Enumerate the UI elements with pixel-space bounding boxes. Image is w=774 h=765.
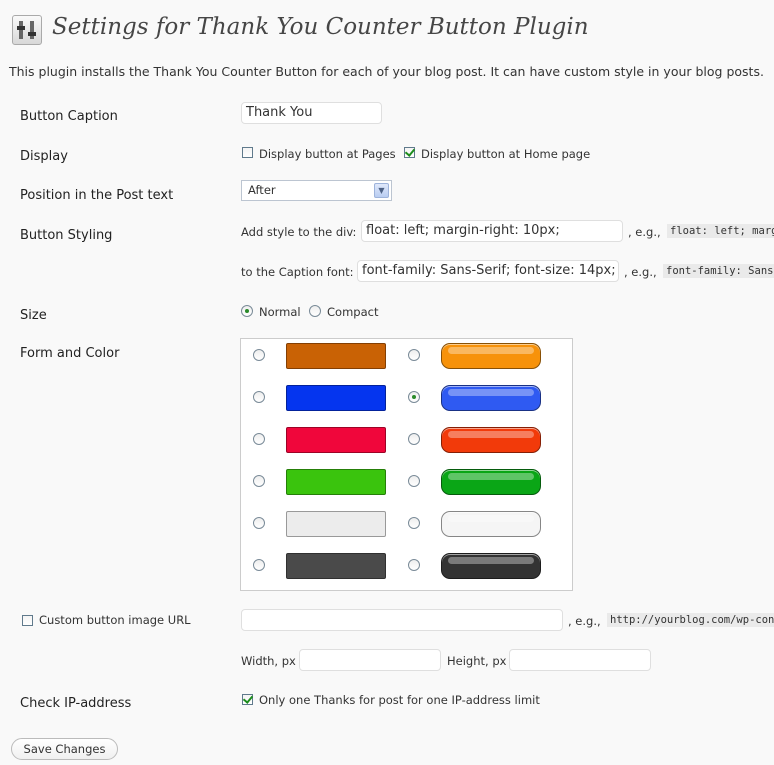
- form1-color-radio[interactable]: [253, 433, 265, 445]
- chevron-down-icon[interactable]: ▼: [374, 183, 389, 198]
- display-label: Display: [20, 149, 68, 164]
- form2-color-radio[interactable]: [408, 517, 420, 529]
- button-styling-label: Button Styling: [20, 228, 113, 243]
- display-at-pages-checkbox[interactable]: [242, 147, 253, 158]
- div-style-input[interactable]: float: left; margin-right: 10px;: [361, 220, 623, 242]
- form1-color-swatch: [286, 427, 386, 453]
- form2-color-radio[interactable]: [408, 559, 420, 571]
- form2-color-swatch: [441, 343, 541, 369]
- div-style-example: float: left; margin-right: 10px;: [667, 224, 774, 238]
- form2-color-swatch: [441, 427, 541, 453]
- form1-color-radio[interactable]: [253, 517, 265, 529]
- form1-color-radio[interactable]: [253, 475, 265, 487]
- custom-image-url-input[interactable]: [241, 609, 563, 631]
- form2-color-radio[interactable]: [408, 433, 420, 445]
- form1-color-swatch: [286, 385, 386, 411]
- custom-image-label: Custom button image URL: [39, 613, 191, 627]
- height-input[interactable]: [509, 649, 651, 671]
- div-style-example-prefix: , e.g.,: [628, 225, 661, 239]
- save-changes-button[interactable]: Save Changes: [11, 738, 118, 760]
- form-color-label: Form and Color: [20, 346, 120, 361]
- div-style-label: Add style to the div:: [241, 225, 357, 239]
- form1-color-swatch: [286, 553, 386, 579]
- custom-image-example: http://yourblog.com/wp-content/plugins/t…: [607, 613, 774, 627]
- page-title: Settings for Thank You Counter Button Pl…: [52, 14, 589, 40]
- form2-color-radio[interactable]: [408, 391, 420, 403]
- font-style-example-prefix: , e.g.,: [624, 265, 657, 279]
- form1-color-swatch: [286, 469, 386, 495]
- form2-color-swatch: [441, 511, 541, 537]
- display-at-pages-label: Display button at Pages: [259, 147, 396, 161]
- size-compact-label: Compact: [327, 305, 379, 319]
- form2-color-swatch: [441, 385, 541, 411]
- font-style-example: font-family: Sans-Serif; font-size: 14px…: [663, 264, 774, 278]
- button-caption-input[interactable]: Thank You: [241, 102, 382, 124]
- position-selected-value: After: [248, 183, 276, 197]
- page-description: This plugin installs the Thank You Count…: [9, 64, 764, 79]
- display-at-home-label: Display button at Home page: [421, 147, 591, 161]
- form-color-panel: [240, 338, 573, 591]
- size-compact-radio[interactable]: [309, 305, 321, 317]
- font-style-label: to the Caption font:: [241, 265, 354, 279]
- form2-color-swatch: [441, 469, 541, 495]
- form2-color-radio[interactable]: [408, 475, 420, 487]
- display-at-home-checkbox[interactable]: [404, 147, 415, 158]
- font-style-input[interactable]: font-family: Sans-Serif; font-size: 14px…: [357, 260, 619, 282]
- position-label: Position in the Post text: [20, 188, 174, 203]
- custom-image-example-prefix: , e.g.,: [568, 614, 601, 628]
- form2-color-swatch: [441, 553, 541, 579]
- settings-icon: [12, 15, 42, 45]
- width-input[interactable]: [299, 649, 441, 671]
- form1-color-radio[interactable]: [253, 391, 265, 403]
- height-label: Height, px: [447, 654, 507, 668]
- custom-image-checkbox[interactable]: [22, 615, 33, 626]
- form1-color-swatch: [286, 343, 386, 369]
- size-normal-label: Normal: [259, 305, 301, 319]
- check-ip-label: Check IP-address: [20, 696, 132, 711]
- form2-color-radio[interactable]: [408, 349, 420, 361]
- position-select[interactable]: After ▼: [241, 180, 392, 201]
- form1-color-radio[interactable]: [253, 559, 265, 571]
- button-caption-label: Button Caption: [20, 109, 118, 124]
- form1-color-radio[interactable]: [253, 349, 265, 361]
- size-normal-radio[interactable]: [241, 305, 253, 317]
- check-ip-checkbox[interactable]: [242, 694, 253, 705]
- size-label: Size: [20, 308, 47, 323]
- form1-color-swatch: [286, 511, 386, 537]
- width-label: Width, px: [241, 654, 296, 668]
- check-ip-option-label: Only one Thanks for post for one IP-addr…: [259, 693, 540, 707]
